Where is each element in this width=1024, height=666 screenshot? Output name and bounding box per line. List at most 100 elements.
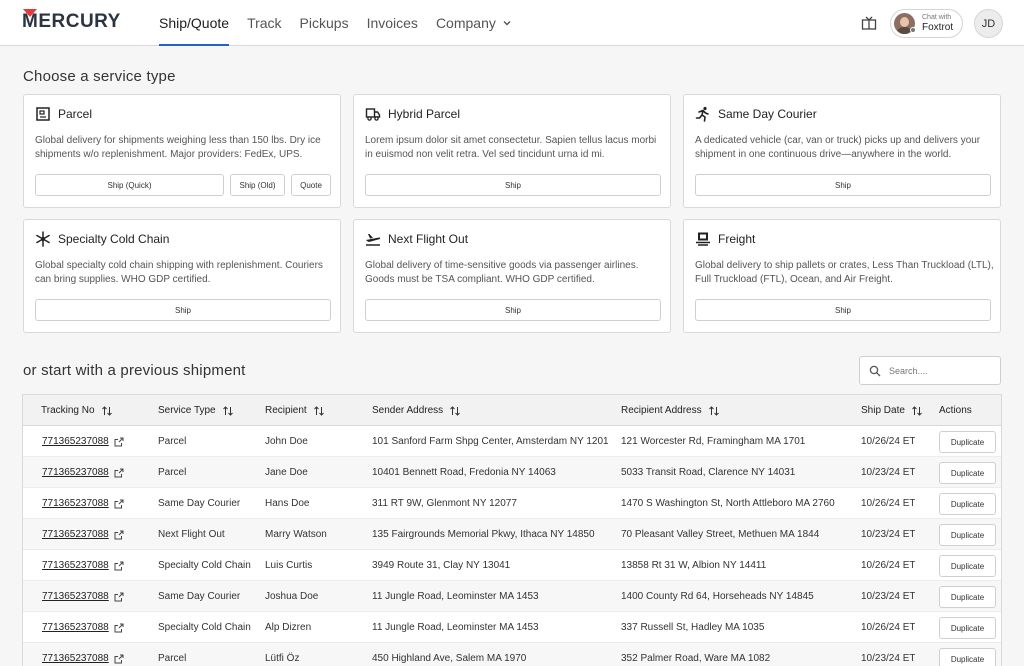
ship-button[interactable]: Ship: [695, 299, 991, 321]
user-avatar[interactable]: JD: [974, 9, 1003, 38]
col-service-type[interactable]: Service Type: [158, 395, 234, 426]
col-tracking-no[interactable]: Tracking No: [41, 395, 113, 426]
sender-address-cell: 450 Highland Ave, Salem MA 1970: [372, 653, 527, 664]
table-row: 771365237088 Specialty Cold Chain Luis C…: [23, 550, 1001, 581]
nav-company[interactable]: Company: [436, 0, 512, 46]
tracking-link[interactable]: 771365237088: [42, 467, 109, 478]
logo-mark: [23, 9, 37, 17]
ship-date-cell: 10/23/24 ET: [861, 467, 916, 478]
col-ship-date[interactable]: Ship Date: [861, 395, 923, 426]
duplicate-button[interactable]: Duplicate: [939, 648, 996, 666]
tracking-link[interactable]: 771365237088: [42, 622, 109, 633]
recipient-address-cell: 13858 Rt 31 W, Albion NY 14411: [621, 560, 767, 571]
recipient-cell: Lütfi Öz: [265, 653, 300, 664]
column-label: Recipient: [265, 405, 307, 416]
service-type-cell: Same Day Courier: [158, 591, 241, 602]
external-link-icon[interactable]: [114, 561, 124, 571]
external-link-icon[interactable]: [114, 530, 124, 540]
recipient-cell: Hans Doe: [265, 498, 310, 509]
duplicate-button[interactable]: Duplicate: [939, 586, 996, 608]
ship-date-cell: 10/26/24 ET: [861, 498, 916, 509]
column-label: Recipient Address: [621, 405, 702, 416]
ship-date-cell: 10/23/24 ET: [861, 591, 916, 602]
card-title: Same Day Courier: [718, 107, 817, 121]
chevron-down-icon: [503, 21, 511, 26]
ship-old-button[interactable]: Ship (Old): [230, 174, 285, 196]
tracking-link[interactable]: 771365237088: [42, 653, 109, 664]
recipient-address-cell: 70 Pleasant Valley Street, Methuen MA 18…: [621, 529, 820, 540]
service-card-parcel: Parcel Global delivery for shipments wei…: [23, 94, 341, 208]
tracking-link[interactable]: 771365237088: [42, 560, 109, 571]
recipient-address-cell: 1400 County Rd 64, Horseheads NY 14845: [621, 591, 814, 602]
box-icon[interactable]: [860, 14, 878, 32]
external-link-icon[interactable]: [114, 654, 124, 664]
nav-company-label: Company: [435, 15, 496, 31]
service-type-cell: Specialty Cold Chain: [158, 622, 251, 633]
recipient-cell: Jane Doe: [265, 467, 308, 478]
nav-ship-quote[interactable]: Ship/Quote: [159, 0, 230, 46]
ship-button[interactable]: Ship: [695, 174, 991, 196]
tracking-link[interactable]: 771365237088: [42, 591, 109, 602]
ship-date-cell: 10/26/24 ET: [861, 622, 916, 633]
chat-button[interactable]: Chat with Foxtrot: [890, 9, 963, 38]
card-title: Freight: [718, 232, 756, 246]
ship-date-cell: 10/26/24 ET: [861, 560, 916, 571]
ship-date-cell: 10/23/24 ET: [861, 653, 916, 664]
nav-track[interactable]: Track: [247, 0, 281, 46]
sort-icon: [222, 405, 233, 416]
tracking-link[interactable]: 771365237088: [42, 436, 109, 447]
snowflake-icon: [36, 231, 50, 247]
sort-icon: [912, 405, 922, 416]
external-link-icon[interactable]: [114, 592, 124, 602]
recipient-address-cell: 1470 S Washington St, North Attleboro MA…: [621, 498, 835, 509]
search-input[interactable]: [889, 365, 989, 376]
table-row: 771365237088 Same Day Courier Joshua Doe…: [23, 581, 1001, 612]
nav-invoices[interactable]: Invoices: [367, 0, 418, 46]
recipient-cell: John Doe: [265, 436, 308, 447]
airplane-icon: [366, 234, 381, 246]
external-link-icon[interactable]: [114, 499, 124, 509]
chat-agent-name: Foxtrot: [922, 22, 954, 33]
ship-button[interactable]: Ship: [365, 299, 661, 321]
tracking-link[interactable]: 771365237088: [42, 529, 109, 540]
mercury-logo[interactable]: MERCURY: [22, 9, 121, 32]
col-actions: Actions: [939, 395, 972, 426]
recipient-cell: Marry Watson: [265, 529, 327, 540]
ship-button[interactable]: Ship: [365, 174, 661, 196]
card-title: Parcel: [58, 107, 93, 121]
service-card-next-flight-out: Next Flight Out Global delivery of time-…: [353, 219, 671, 333]
tracking-link[interactable]: 771365237088: [42, 498, 109, 509]
table-header: Tracking No Service Type Recipient Sende…: [23, 395, 1001, 426]
sort-icon: [450, 405, 461, 416]
table-row: 771365237088 Same Day Courier Hans Doe 3…: [23, 488, 1001, 519]
freight-icon: [696, 232, 710, 246]
card-description: A dedicated vehicle (car, van or truck) …: [695, 135, 981, 160]
sort-icon: [313, 405, 324, 416]
ship-button[interactable]: Ship: [35, 299, 331, 321]
col-sender-address[interactable]: Sender Address: [372, 395, 461, 426]
nav-pickups[interactable]: Pickups: [300, 0, 349, 46]
col-recipient[interactable]: Recipient: [265, 395, 325, 426]
sort-icon: [101, 405, 112, 416]
quote-button[interactable]: Quote: [291, 174, 331, 196]
shipment-search: [859, 356, 1001, 385]
duplicate-button[interactable]: Duplicate: [939, 617, 996, 639]
external-link-icon[interactable]: [114, 623, 124, 633]
card-title: Next Flight Out: [388, 232, 469, 246]
external-link-icon[interactable]: [114, 437, 124, 447]
column-label: Tracking No: [41, 405, 95, 416]
duplicate-button[interactable]: Duplicate: [939, 431, 996, 453]
duplicate-button[interactable]: Duplicate: [939, 524, 996, 546]
service-card-hybrid-parcel: Hybrid Parcel Lorem ipsum dolor sit amet…: [353, 94, 671, 208]
duplicate-button[interactable]: Duplicate: [939, 462, 996, 484]
ship-quick-button[interactable]: Ship (Quick): [35, 174, 224, 196]
col-recipient-address[interactable]: Recipient Address: [621, 395, 720, 426]
recipient-address-cell: 5033 Transit Road, Clarence NY 14031: [621, 467, 796, 478]
duplicate-button[interactable]: Duplicate: [939, 555, 996, 577]
search-icon: [869, 365, 881, 376]
duplicate-button[interactable]: Duplicate: [939, 493, 996, 515]
column-label: Sender Address: [372, 405, 444, 416]
card-description: Lorem ipsum dolor sit amet consectetur. …: [365, 135, 657, 160]
external-link-icon[interactable]: [114, 468, 124, 478]
sort-icon: [708, 405, 719, 416]
